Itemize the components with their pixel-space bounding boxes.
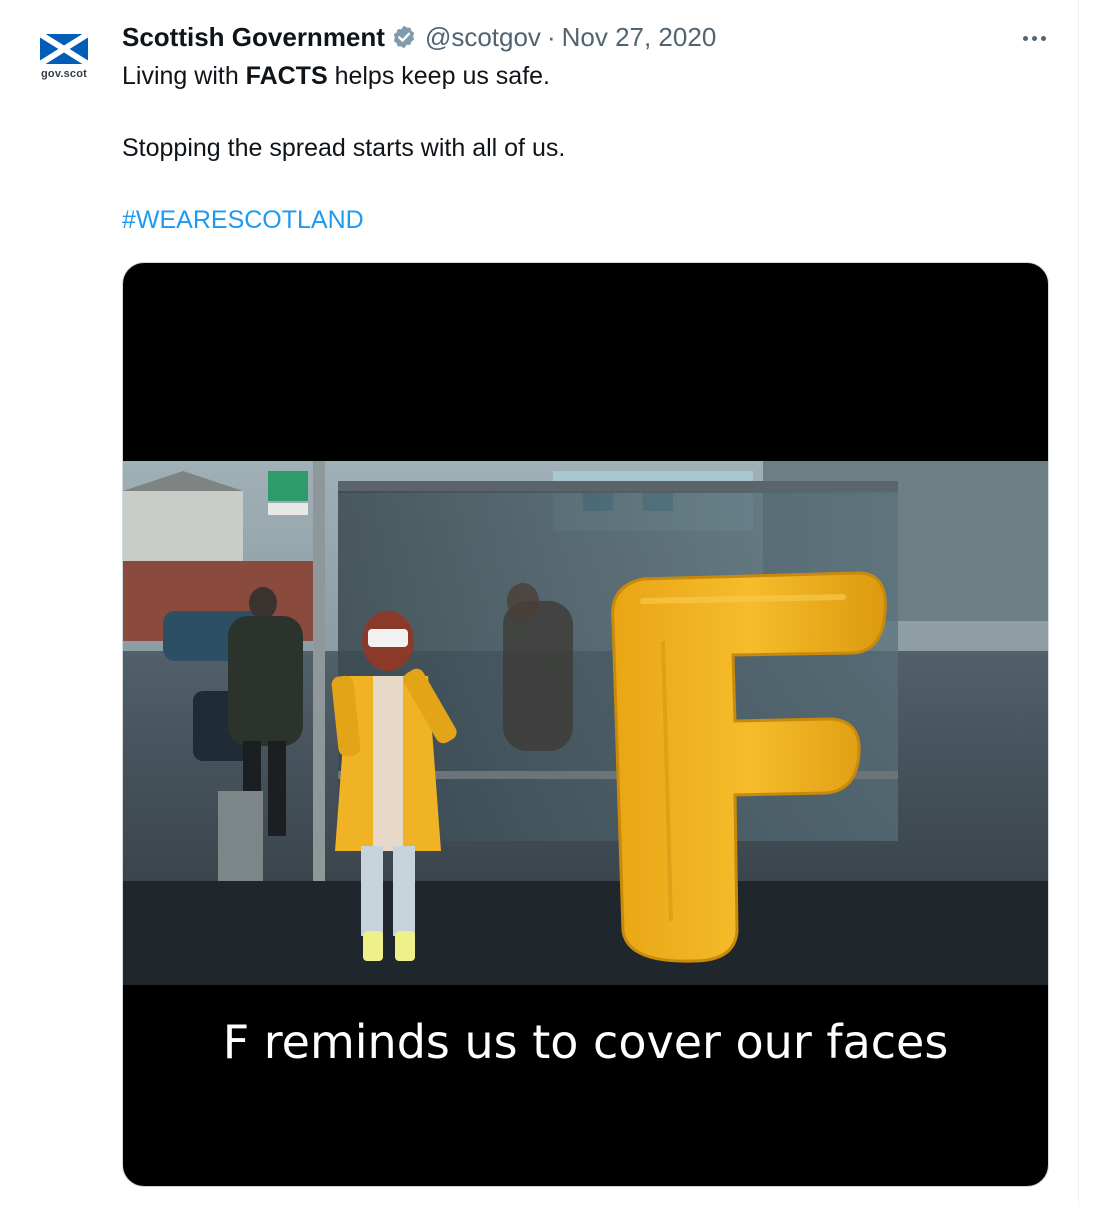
tweet-text-line-3: #WEARESCOTLAND [122,204,364,236]
tweet-text-suffix: helps keep us safe. [327,62,550,90]
separator-dot: · [546,21,556,52]
tweet-text-bold: FACTS [245,62,328,90]
tweet-date[interactable]: Nov 27, 2020 [562,22,717,53]
tweet-text-prefix: Living with [122,62,246,90]
hashtag-link[interactable]: #WEARESCOTLAND [122,206,364,234]
more-dot [1040,35,1046,41]
tweet-header: Scottish Government @scotgov · Nov 27, 2… [122,20,716,54]
more-dot [1031,35,1037,41]
tweet-text-line-1: Living with FACTS helps keep us safe. [122,60,550,92]
video-scene-image [123,461,1048,985]
more-dot [1022,35,1028,41]
video-caption-wrap: F reminds us to cover our faces [122,1010,1049,1074]
more-options-icon[interactable] [1014,22,1054,54]
avatar[interactable]: gov.scot [28,22,100,88]
display-name[interactable]: Scottish Government [122,22,385,53]
saltire-flag-icon [40,34,88,64]
handle[interactable]: @scotgov [425,22,541,53]
verified-badge-icon[interactable] [391,24,417,50]
tweet-text-line-2: Stopping the spread starts with all of u… [122,134,566,162]
video-frame [123,461,1048,985]
timeline-divider [1078,0,1079,1206]
video-caption: F reminds us to cover our faces [222,1015,949,1069]
avatar-label: gov.scot [40,68,87,80]
